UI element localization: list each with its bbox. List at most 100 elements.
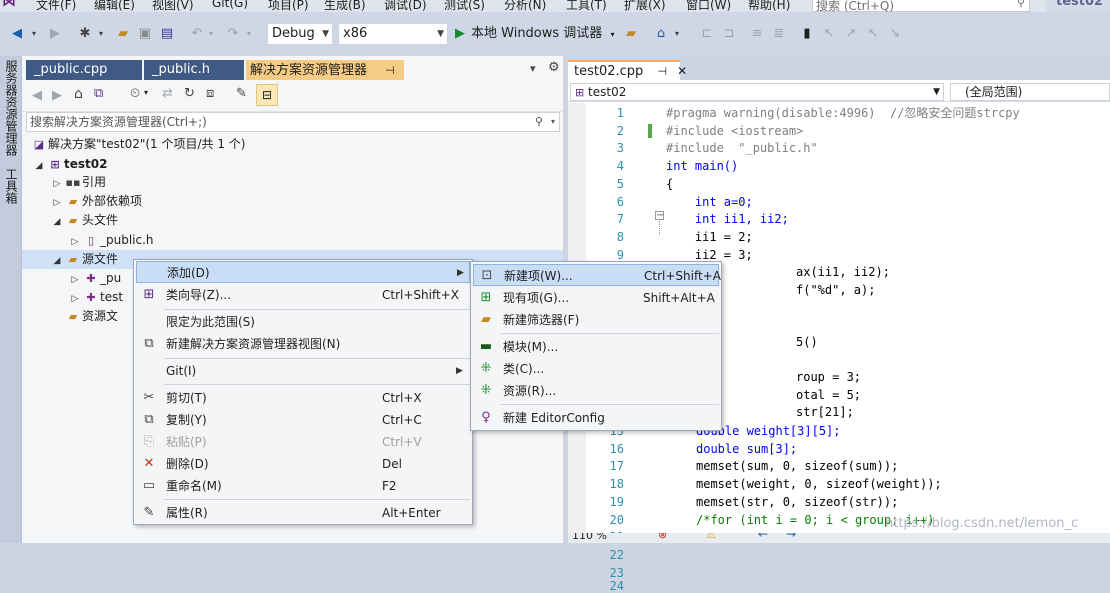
step-icon[interactable]: ⊐: [718, 22, 740, 44]
menu-view[interactable]: 视图(V): [152, 0, 194, 12]
menu-build[interactable]: 生成(B): [324, 0, 366, 12]
code-line-15[interactable]: str[21];: [796, 404, 854, 422]
menu-analyze[interactable]: 分析(N): [504, 0, 546, 12]
global-search-input[interactable]: 搜索 (Ctrl+Q) ⚲: [812, 0, 1030, 12]
tree-external-deps[interactable]: ▷ ▰ 外部依赖项: [50, 192, 142, 211]
menu-edit[interactable]: 编辑(E): [94, 0, 135, 12]
code-line-1[interactable]: #pragma warning(disable:4996) //忽略安全问题st…: [666, 105, 1020, 123]
tree-header-files[interactable]: ◢ ▰ 头文件: [50, 211, 118, 230]
pane-options-chevron-icon[interactable]: ▾: [530, 62, 536, 75]
sync-icon[interactable]: ⇄: [162, 86, 173, 101]
code-line-14[interactable]: otal = 5;: [796, 387, 861, 405]
back-icon[interactable]: ◀: [6, 22, 28, 44]
redo-dropdown-icon[interactable]: ▾: [244, 22, 254, 44]
switch-views-icon[interactable]: ⧉: [94, 86, 103, 101]
code-line-7[interactable]: int ii1, ii2;: [666, 211, 789, 229]
tree-resource-files[interactable]: ▰ 资源文: [64, 307, 118, 326]
menu-item-class[interactable]: ⁜ 类(C)...: [473, 358, 719, 380]
configuration-select[interactable]: Debug ▼: [267, 23, 333, 45]
tab-solution-explorer[interactable]: 解决方案资源管理器 ⊣ ✕: [246, 60, 404, 80]
pending-changes-filter-icon[interactable]: ⏲: [130, 86, 140, 101]
start-debugging-button[interactable]: ▶ 本地 Windows 调试器 ▾: [455, 23, 614, 45]
server-explorer-tab[interactable]: 服务器资源管理器: [3, 60, 20, 156]
screenshot-icon[interactable]: ⌂: [650, 22, 672, 44]
back-dropdown-icon[interactable]: ▾: [28, 22, 40, 44]
menu-item-add[interactable]: 添加(D) ▶: [136, 261, 470, 283]
code-line-10[interactable]: ax(ii1, ii2);: [796, 264, 890, 282]
toolbar-overflow-icon[interactable]: ▾: [672, 22, 682, 44]
tree-public-h[interactable]: ▷ ▯ _public.h: [68, 231, 154, 250]
code-line-12[interactable]: 5(): [796, 334, 818, 352]
code-line-19[interactable]: memset(weight, 0, sizeof(weight));: [696, 476, 942, 494]
tab-public-h[interactable]: _public.h: [144, 60, 244, 80]
menu-item-module[interactable]: ▬ 模块(M)...: [473, 336, 719, 358]
pin-icon[interactable]: ⊣: [385, 64, 395, 77]
preview-selected-items-icon[interactable]: ⊟: [256, 84, 278, 106]
tab-test02-cpp[interactable]: test02.cpp ⊣ ✕: [568, 60, 687, 80]
nav-forward-icon[interactable]: →: [786, 533, 796, 541]
menu-item-resource[interactable]: ⁜ 资源(R)...: [473, 380, 719, 402]
code-line-13[interactable]: roup = 3;: [796, 369, 861, 387]
menu-test[interactable]: 测试(S): [444, 0, 485, 12]
menu-item-new-editorconfig[interactable]: ♀ 新建 EditorConfig: [473, 407, 719, 429]
code-line-18[interactable]: memset(sum, 0, sizeof(sum));: [696, 458, 898, 476]
new-dropdown-icon[interactable]: ▾: [96, 22, 106, 44]
collapse-all-icon[interactable]: ⧈: [206, 86, 214, 101]
close-icon[interactable]: ✕: [677, 64, 687, 78]
clear-bookmarks-icon[interactable]: ↘: [884, 22, 906, 44]
save-icon[interactable]: ▣: [134, 22, 156, 44]
undo-icon[interactable]: ↶: [186, 22, 208, 44]
menu-item-existing-item[interactable]: ⊞ 现有项(G)... Shift+Alt+A: [473, 287, 719, 309]
zoom-level[interactable]: 110 %: [572, 533, 607, 542]
prev-bookmark-folder-icon[interactable]: ↖: [862, 22, 884, 44]
tab-public-cpp[interactable]: _public.cpp: [26, 60, 142, 80]
home-icon[interactable]: ⌂: [74, 86, 83, 102]
tree-test02-cpp[interactable]: ▷ ✚ test: [68, 288, 124, 307]
menu-item-delete[interactable]: ✕ 删除(D) Del: [136, 453, 470, 475]
redo-icon[interactable]: ↷: [222, 22, 244, 44]
open-folder-icon[interactable]: ▰: [112, 22, 134, 44]
tree-references[interactable]: ▷ ▪▪ 引用: [50, 173, 106, 192]
tree-public-cpp[interactable]: ▷ ✚ _pu: [68, 269, 122, 288]
tree-project-test02[interactable]: ◢ ⊞ test02: [32, 155, 108, 176]
prev-bookmark-icon[interactable]: ↖: [818, 22, 840, 44]
code-line-20[interactable]: memset(str, 0, sizeof(str));: [696, 494, 898, 512]
save-all-icon[interactable]: ▤: [156, 22, 178, 44]
tree-source-files[interactable]: ◢ ▰ 源文件: [50, 250, 118, 269]
tree-solution[interactable]: ◪ 解决方案"test02"(1 个项目/共 1 个): [30, 135, 246, 154]
new-project-icon[interactable]: ✱: [74, 22, 96, 44]
forward-icon[interactable]: ▶: [44, 22, 66, 44]
expanded-arrow-icon[interactable]: ◢: [50, 213, 64, 232]
error-icon[interactable]: ⊗: [658, 533, 667, 541]
pin-icon[interactable]: ⊣: [657, 65, 667, 78]
chevron-down-icon[interactable]: ▾: [551, 113, 555, 131]
menu-item-paste[interactable]: ⎘ 粘贴(P) Ctrl+V: [136, 431, 470, 453]
menu-item-class-wizard[interactable]: ⊞ 类向导(Z)... Ctrl+Shift+X: [136, 284, 470, 306]
menu-debug[interactable]: 调试(D): [384, 0, 427, 12]
expanded-arrow-icon[interactable]: ◢: [50, 252, 64, 271]
find-in-files-icon[interactable]: ▰: [620, 22, 642, 44]
menu-item-rename[interactable]: ▭ 重命名(M) F2: [136, 475, 470, 497]
menu-window[interactable]: 窗口(W): [686, 0, 731, 12]
global-scope-select[interactable]: (全局范围): [950, 83, 1110, 101]
menu-git[interactable]: Git(G): [212, 0, 248, 10]
menu-item-new-explorer-view[interactable]: ⧉ 新建解决方案资源管理器视图(N): [136, 333, 470, 355]
uncomment-icon[interactable]: ≣: [768, 22, 790, 44]
menu-item-new-filter[interactable]: ▰ 新建筛选器(F): [473, 309, 719, 331]
warning-icon[interactable]: ⚠: [706, 533, 716, 541]
menu-item-scope-to-this[interactable]: 限定为此范围(S): [136, 311, 470, 333]
refresh-icon[interactable]: ↻: [184, 86, 195, 101]
menu-help[interactable]: 帮助(H): [748, 0, 790, 12]
menu-item-git[interactable]: Git(I) ▶: [136, 360, 470, 382]
code-line-3[interactable]: #include "_public.h": [666, 140, 818, 158]
bookmark-icon[interactable]: ▮: [796, 22, 818, 44]
comment-icon[interactable]: ≡: [746, 22, 768, 44]
filter-dropdown-icon[interactable]: ▾: [144, 88, 148, 97]
menu-file[interactable]: 文件(F): [36, 0, 76, 12]
expanded-arrow-icon[interactable]: ◢: [32, 157, 46, 176]
toggle-breakpoint-icon[interactable]: ⊏: [696, 22, 718, 44]
code-line-11[interactable]: f("%d", a);: [796, 282, 875, 300]
project-scope-select[interactable]: ⊞ test02 ▼: [570, 83, 944, 101]
toolbox-tab[interactable]: 工具箱: [3, 168, 20, 204]
menu-tools[interactable]: 工具(T): [566, 0, 607, 12]
